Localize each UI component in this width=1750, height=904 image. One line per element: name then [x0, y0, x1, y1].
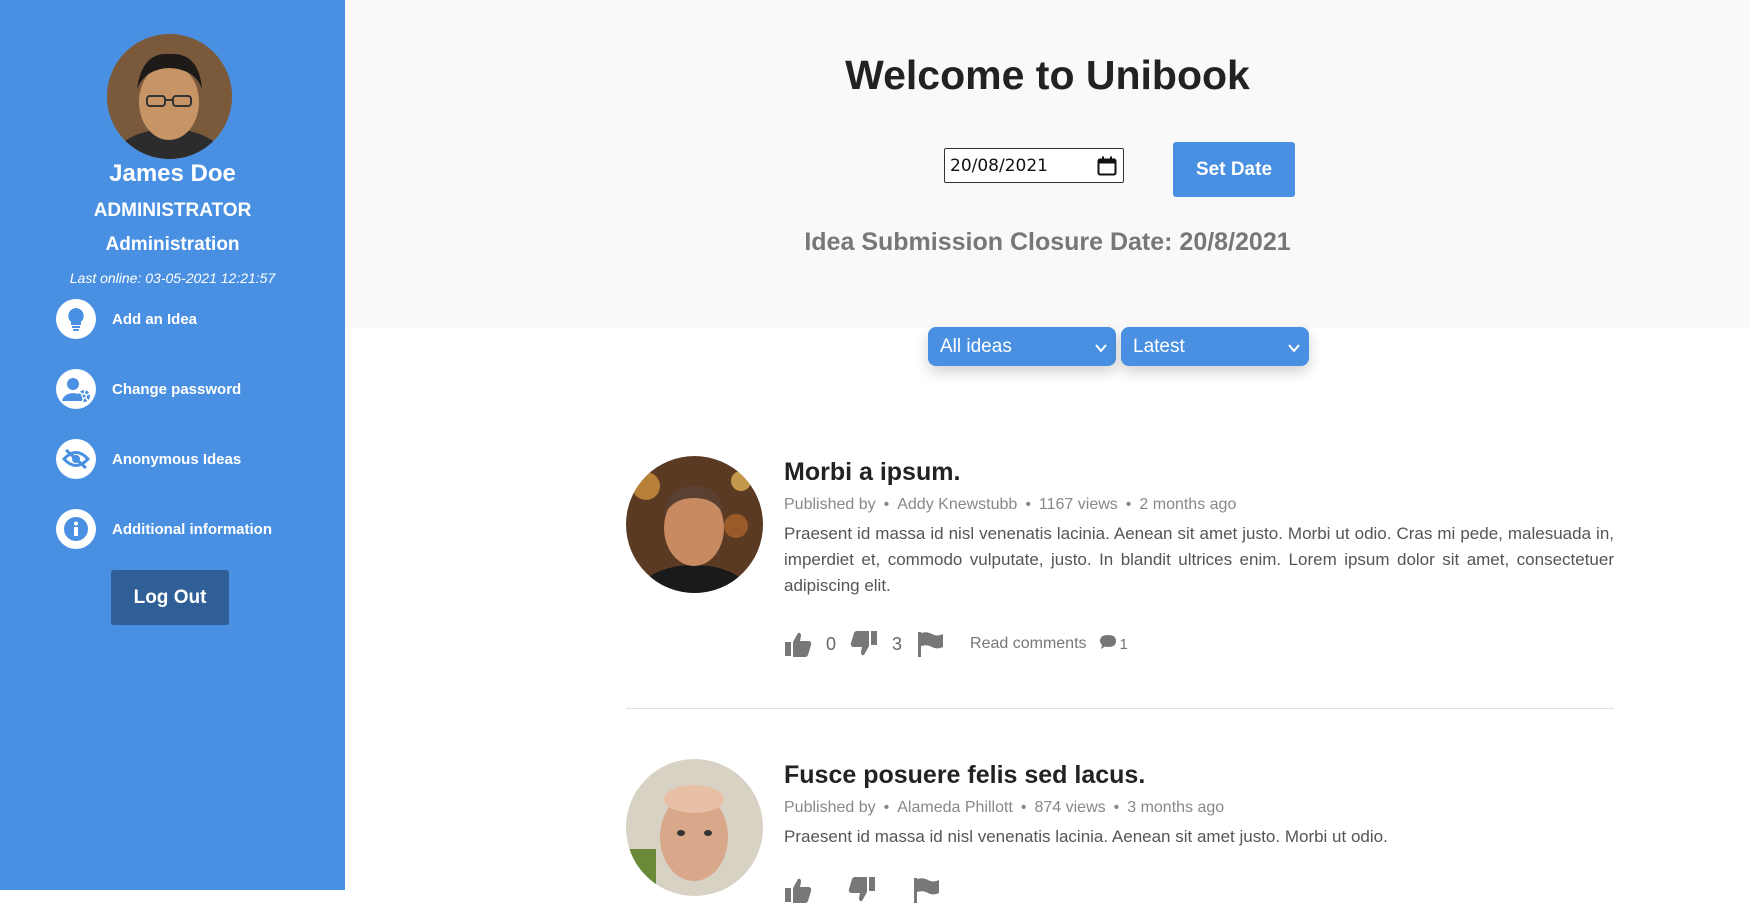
menu-label: Change password: [112, 380, 242, 398]
post-author: Addy Knewstubb: [897, 496, 1018, 513]
user-gear-icon: [56, 369, 96, 409]
meta-separator: •: [883, 799, 890, 816]
menu-additional-information[interactable]: Additional information: [56, 508, 272, 550]
flag-icon[interactable]: [912, 876, 940, 904]
user-department: Administration: [105, 234, 240, 255]
closure-date-input[interactable]: 20/08/2021: [944, 148, 1124, 183]
read-comments-link[interactable]: Read comments: [970, 635, 1087, 653]
meta-separator: •: [1025, 496, 1031, 513]
category-select[interactable]: All ideas: [928, 327, 1116, 366]
post-divider: [626, 708, 1614, 709]
menu-add-idea[interactable]: Add an Idea: [56, 298, 197, 340]
meta-separator: •: [1113, 799, 1120, 816]
user-avatar: [107, 34, 232, 159]
logout-button[interactable]: Log Out: [111, 570, 229, 625]
flag-icon[interactable]: [916, 630, 944, 658]
closure-date-text: Idea Submission Closure Date: 20/8/2021: [804, 228, 1291, 256]
post-views: 874 views: [1034, 799, 1106, 816]
post-body: Praesent id massa id nisl venenatis laci…: [784, 827, 1388, 846]
sidebar: James Doe ADMINISTRATOR Administration L…: [0, 0, 345, 890]
post-age: 3 months ago: [1127, 799, 1225, 816]
post-title[interactable]: Morbi a ipsum.: [784, 458, 960, 487]
date-value: 20/08/2021: [950, 155, 1048, 176]
post-views: 1167 views: [1038, 496, 1118, 513]
menu-label: Anonymous Ideas: [112, 450, 242, 468]
thumbs-up-icon[interactable]: [784, 876, 812, 904]
info-icon: [56, 509, 96, 549]
set-date-button[interactable]: Set Date: [1173, 142, 1295, 197]
post-actions: 0 3 Read comments 1: [784, 630, 1128, 658]
post-actions: [784, 876, 940, 904]
thumbs-down-icon[interactable]: [850, 630, 878, 658]
comment-count: 1: [1099, 634, 1128, 654]
post-body: Praesent id massa id nisl venenatis laci…: [784, 524, 1614, 595]
post-title[interactable]: Fusce posuere felis sed lacus.: [784, 761, 1145, 790]
eye-slash-icon: [56, 439, 96, 479]
menu-change-password[interactable]: Change password: [56, 368, 241, 410]
published-by-label: Published by: [784, 799, 876, 816]
sort-select-value: Latest: [1133, 335, 1185, 357]
sort-select[interactable]: Latest: [1121, 327, 1309, 366]
post-meta: Published by • Alameda Phillott • 874 views •…: [784, 799, 1224, 817]
menu-label: Additional information: [112, 520, 272, 538]
meta-separator: •: [883, 496, 890, 513]
like-count: 0: [826, 633, 837, 654]
post-meta: Published by • Addy Knewstubb • 1167 views • 2…: [784, 496, 1236, 514]
post-author-avatar: [626, 456, 763, 593]
published-by-label: Published by: [784, 496, 876, 513]
user-role: ADMINISTRATOR: [93, 200, 252, 221]
last-online: Last online: 03-05-2021 12:21:57: [69, 270, 276, 286]
comment-icon: [1099, 634, 1117, 654]
post-author: Alameda Phillott: [897, 799, 1013, 816]
thumbs-up-icon[interactable]: [784, 630, 812, 658]
chevron-down-icon: [1287, 339, 1301, 361]
page-title: Welcome to Unibook: [845, 52, 1250, 98]
meta-separator: •: [1020, 799, 1027, 816]
category-select-value: All ideas: [940, 335, 1012, 357]
chevron-down-icon: [1094, 339, 1108, 361]
meta-separator: •: [1125, 496, 1132, 513]
post-author-avatar: [626, 759, 763, 896]
lightbulb-icon: [56, 299, 96, 339]
comment-count-value: 1: [1119, 635, 1128, 653]
menu-anonymous-ideas[interactable]: Anonymous Ideas: [56, 438, 241, 480]
user-name: James Doe: [109, 160, 236, 187]
post-age: 2 months ago: [1139, 496, 1237, 513]
menu-label: Add an Idea: [112, 310, 198, 328]
calendar-icon[interactable]: [1097, 156, 1117, 181]
dislike-count: 3: [892, 633, 903, 654]
thumbs-down-icon[interactable]: [848, 876, 876, 904]
